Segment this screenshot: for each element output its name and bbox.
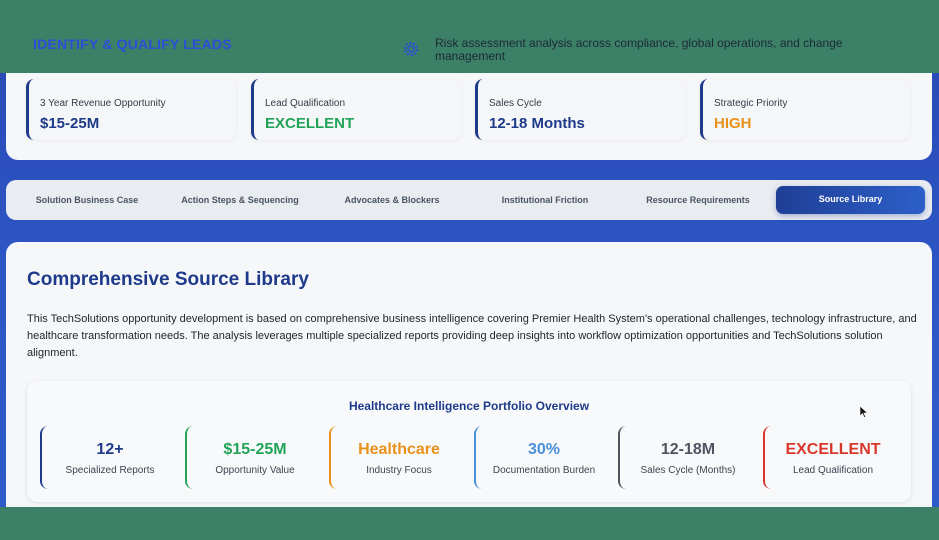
- page-title: IDENTIFY & QUALIFY LEADS: [33, 36, 232, 52]
- metric-value: $15-25M: [40, 115, 100, 132]
- section-title: Comprehensive Source Library: [27, 269, 309, 290]
- stat-value: Healthcare: [358, 441, 440, 458]
- risk-description: Risk assessment analysis across complian…: [435, 36, 843, 63]
- tab-source-library[interactable]: Source Library: [776, 186, 925, 214]
- portfolio-title: Healthcare Intelligence Portfolio Overvi…: [348, 399, 590, 413]
- stat-opportunity-value: $15-25M Opportunity Value: [185, 426, 321, 489]
- stat-specialized-reports: 12+ Specialized Reports: [40, 426, 176, 489]
- app-content: 3 Year Revenue Opportunity $15-25M Lead …: [0, 73, 939, 507]
- stat-label: Opportunity Value: [215, 465, 295, 476]
- section-description: This TechSolutions opportunity developme…: [27, 313, 917, 359]
- tab-advocates-blockers[interactable]: Advocates & Blockers: [320, 180, 464, 220]
- portfolio-overview-card: Healthcare Intelligence Portfolio Overvi…: [27, 381, 911, 502]
- metrics-card: 3 Year Revenue Opportunity $15-25M Lead …: [6, 73, 932, 160]
- tab-institutional-friction[interactable]: Institutional Friction: [468, 180, 622, 220]
- bottom-frame: [0, 507, 939, 540]
- stat-value: EXCELLENT: [785, 441, 881, 458]
- metric-value: 12-18 Months: [489, 115, 585, 132]
- metric-revenue-opportunity: 3 Year Revenue Opportunity $15-25M: [26, 79, 236, 140]
- stat-label: Sales Cycle (Months): [640, 465, 736, 476]
- top-header: IDENTIFY & QUALIFY LEADS Risk assessment…: [0, 0, 939, 73]
- tab-solution-business-case[interactable]: Solution Business Case: [14, 180, 160, 220]
- stat-label: Specialized Reports: [65, 465, 155, 476]
- tab-bar: Solution Business Case Action Steps & Se…: [6, 180, 932, 220]
- metric-lead-qualification: Lead Qualification EXCELLENT: [251, 79, 461, 140]
- tab-action-steps[interactable]: Action Steps & Sequencing: [164, 180, 316, 220]
- source-library-panel: Comprehensive Source Library This TechSo…: [6, 242, 932, 507]
- stat-value: 30%: [527, 441, 561, 458]
- settings-gear-icon: [404, 42, 418, 56]
- stat-value: $15-25M: [223, 441, 287, 458]
- metric-label: Lead Qualification: [265, 98, 346, 109]
- stat-label: Industry Focus: [366, 465, 432, 476]
- metric-sales-cycle: Sales Cycle 12-18 Months: [475, 79, 685, 140]
- stat-label: Lead Qualification: [792, 465, 874, 476]
- tab-resource-requirements[interactable]: Resource Requirements: [626, 180, 770, 220]
- stat-lead-qualification: EXCELLENT Lead Qualification: [763, 426, 899, 489]
- metric-label: Sales Cycle: [489, 98, 542, 109]
- metric-strategic-priority: Strategic Priority HIGH: [700, 79, 910, 140]
- metric-value: EXCELLENT: [265, 115, 355, 132]
- mouse-cursor-icon: [860, 406, 868, 418]
- stat-sales-cycle: 12-18M Sales Cycle (Months): [618, 426, 754, 489]
- stat-label: Documentation Burden: [492, 465, 596, 476]
- metric-label: 3 Year Revenue Opportunity: [40, 98, 166, 109]
- stat-value: 12+: [96, 441, 124, 458]
- metric-label: Strategic Priority: [714, 98, 788, 109]
- metric-value: HIGH: [714, 115, 752, 132]
- stat-industry-focus: Healthcare Industry Focus: [329, 426, 465, 489]
- stat-value: 12-18M: [660, 441, 716, 458]
- stat-documentation-burden: 30% Documentation Burden: [474, 426, 610, 489]
